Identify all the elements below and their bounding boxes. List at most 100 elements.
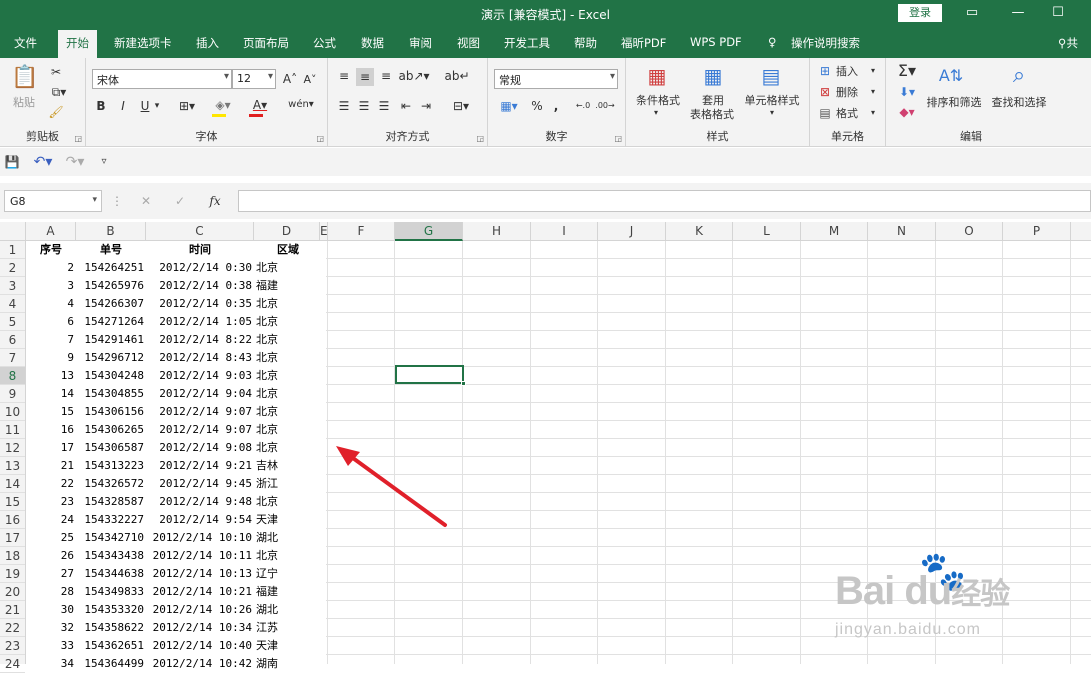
row-header-10[interactable]: 10: [0, 403, 25, 421]
data-cell[interactable]: 2012/2/14 10:26: [146, 601, 254, 619]
tab-page-layout[interactable]: 页面布局: [243, 35, 289, 51]
data-cell[interactable]: 21: [26, 457, 76, 475]
row-header-16[interactable]: 16: [0, 511, 25, 529]
data-cell[interactable]: 154344638: [76, 565, 146, 583]
data-cell[interactable]: 2012/2/14 0:35: [146, 295, 254, 313]
data-cell[interactable]: 2012/2/14 9:03: [146, 367, 254, 385]
data-cell[interactable]: 33: [26, 637, 76, 655]
data-cell[interactable]: 北京: [256, 349, 320, 367]
sort-filter-button[interactable]: 排序和筛选: [924, 96, 984, 109]
increase-decimal-icon[interactable]: ←.0: [574, 98, 592, 114]
row-header-5[interactable]: 5: [0, 313, 25, 331]
data-cell[interactable]: 2012/2/14 8:43: [146, 349, 254, 367]
table-format-icon[interactable]: ▦: [700, 62, 726, 90]
data-cell[interactable]: 湖北: [256, 529, 320, 547]
column-header-a[interactable]: A: [26, 222, 76, 241]
align-center-icon[interactable]: ☰: [356, 98, 372, 114]
data-cell[interactable]: 北京: [256, 385, 320, 403]
format-cells-icon[interactable]: ▤: [818, 106, 832, 120]
tab-view[interactable]: 视图: [457, 35, 480, 51]
sort-filter-icon[interactable]: A⇅: [936, 62, 966, 90]
column-header-p[interactable]: P: [1003, 222, 1071, 241]
data-cell[interactable]: 32: [26, 619, 76, 637]
font-name-select[interactable]: 宋体 ▾: [92, 69, 232, 89]
column-header-j[interactable]: J: [598, 222, 666, 241]
column-header-e[interactable]: E: [320, 222, 328, 241]
data-cell[interactable]: 2012/2/14 9:21: [146, 457, 254, 475]
data-cell[interactable]: 2012/2/14 9:08: [146, 439, 254, 457]
data-cell[interactable]: 17: [26, 439, 76, 457]
data-cell[interactable]: 2012/2/14 9:48: [146, 493, 254, 511]
data-cell[interactable]: 2012/2/14 8:22: [146, 331, 254, 349]
column-header-h[interactable]: H: [463, 222, 531, 241]
enter-icon[interactable]: ✓: [172, 193, 188, 209]
data-cell[interactable]: 30: [26, 601, 76, 619]
data-cell[interactable]: 9: [26, 349, 76, 367]
delete-cells-button[interactable]: 删除: [836, 86, 858, 100]
data-cell[interactable]: 6: [26, 313, 76, 331]
borders-icon[interactable]: ⊞▾: [174, 98, 200, 114]
data-cell[interactable]: 154304855: [76, 385, 146, 403]
row-header-18[interactable]: 18: [0, 547, 25, 565]
tab-file[interactable]: 文件: [14, 35, 37, 51]
data-cell[interactable]: 154265976: [76, 277, 146, 295]
fill-handle[interactable]: [461, 381, 466, 386]
clipboard-launcher-icon[interactable]: ◲: [74, 134, 82, 143]
find-select-button[interactable]: 查找和选择: [988, 96, 1050, 109]
data-cell[interactable]: 154266307: [76, 295, 146, 313]
row-header-2[interactable]: 2: [0, 259, 25, 277]
data-cell[interactable]: 福建: [256, 583, 320, 601]
data-cell[interactable]: 北京: [256, 547, 320, 565]
row-header-15[interactable]: 15: [0, 493, 25, 511]
row-header-6[interactable]: 6: [0, 331, 25, 349]
data-cell[interactable]: 25: [26, 529, 76, 547]
undo-icon[interactable]: ↶▾: [30, 154, 56, 170]
font-launcher-icon[interactable]: ◲: [316, 134, 324, 143]
format-cells-button[interactable]: 格式: [836, 107, 858, 121]
data-cell[interactable]: 154342710: [76, 529, 146, 547]
share-button[interactable]: ⚲共: [1058, 35, 1078, 51]
name-box[interactable]: G8 ▾: [4, 190, 102, 212]
column-header-k[interactable]: K: [666, 222, 733, 241]
data-cell[interactable]: 湖南: [256, 655, 320, 673]
row-header-17[interactable]: 17: [0, 529, 25, 547]
data-cell[interactable]: 3: [26, 277, 76, 295]
data-cell[interactable]: 154343438: [76, 547, 146, 565]
redo-icon[interactable]: ↷▾: [62, 154, 88, 170]
data-cell[interactable]: 154306587: [76, 439, 146, 457]
italic-button[interactable]: I: [116, 98, 130, 114]
orientation-icon[interactable]: ab↗▾: [398, 68, 429, 84]
data-cell[interactable]: 北京: [256, 295, 320, 313]
data-cell[interactable]: 154313223: [76, 457, 146, 475]
data-cell[interactable]: 北京: [256, 403, 320, 421]
row-header-3[interactable]: 3: [0, 277, 25, 295]
insert-cells-icon[interactable]: ⊞: [818, 64, 832, 78]
header-cell[interactable]: 序号: [26, 241, 76, 259]
paste-icon[interactable]: 📋: [10, 64, 40, 92]
data-cell[interactable]: 2012/2/14 9:07: [146, 421, 254, 439]
row-header-12[interactable]: 12: [0, 439, 25, 457]
column-header-b[interactable]: B: [76, 222, 146, 241]
font-color-icon[interactable]: A▾: [248, 96, 272, 114]
row-header-20[interactable]: 20: [0, 583, 25, 601]
alignment-launcher-icon[interactable]: ◲: [476, 134, 484, 143]
data-cell[interactable]: 154349833: [76, 583, 146, 601]
align-bottom-icon[interactable]: ≡: [378, 68, 394, 84]
data-cell[interactable]: 2012/2/14 1:05: [146, 313, 254, 331]
column-header-d[interactable]: D: [254, 222, 320, 241]
cell-style-icon[interactable]: ▤: [758, 62, 784, 90]
data-cell[interactable]: 2012/2/14 10:11: [146, 547, 254, 565]
data-cell[interactable]: 2012/2/14 0:38: [146, 277, 254, 295]
data-cell[interactable]: 2012/2/14 10:40: [146, 637, 254, 655]
data-cell[interactable]: 27: [26, 565, 76, 583]
tab-review[interactable]: 审阅: [409, 35, 432, 51]
header-cell[interactable]: 区域: [256, 241, 320, 259]
bold-button[interactable]: B: [94, 98, 108, 114]
row-header-19[interactable]: 19: [0, 565, 25, 583]
data-cell[interactable]: 16: [26, 421, 76, 439]
data-cell[interactable]: 154296712: [76, 349, 146, 367]
data-cell[interactable]: 154328587: [76, 493, 146, 511]
data-cell[interactable]: 154332227: [76, 511, 146, 529]
conditional-format-button[interactable]: 条件格式: [630, 94, 686, 107]
column-header-f[interactable]: F: [328, 222, 395, 241]
